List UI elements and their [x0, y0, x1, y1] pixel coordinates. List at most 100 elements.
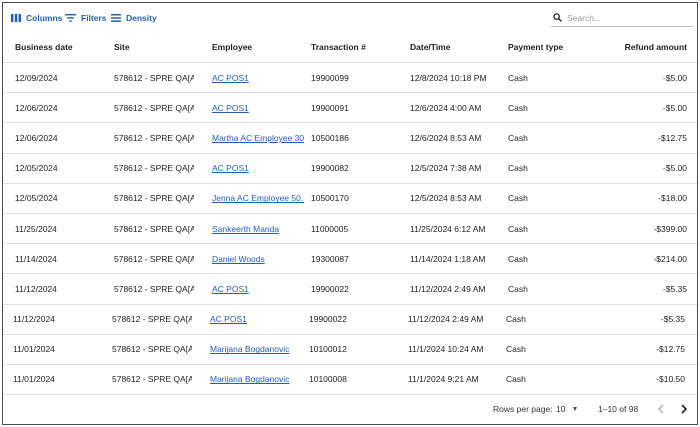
- employee-link[interactable]: AC POS1: [212, 103, 249, 113]
- business-date-cell: 11/12/2024: [15, 283, 57, 294]
- column-header-payment-type[interactable]: Payment type: [508, 31, 598, 62]
- business-date-cell: 12/06/2024: [15, 102, 58, 113]
- table-row[interactable]: 11/14/2024 578612 - SPRE QA[A... Daniel …: [3, 244, 697, 275]
- employee-cell: AC POS1: [212, 93, 304, 122]
- employee-cell: Sankeerth Manda: [212, 214, 304, 243]
- business-date-cell: 12/05/2024: [15, 163, 58, 174]
- next-page-button[interactable]: [676, 401, 692, 417]
- date-time-cell: 12/5/2024 7:38 AM: [410, 163, 482, 174]
- density-button[interactable]: Density: [111, 11, 157, 25]
- date-time-cell: 11/1/2024 9:21 AM: [408, 374, 479, 385]
- transactions-table: Business date Site Employee Transaction …: [3, 31, 697, 396]
- rows-per-page-select[interactable]: 10 ▼: [556, 403, 578, 415]
- density-label: Density: [126, 13, 157, 23]
- employee-link[interactable]: AC POS1: [212, 73, 249, 83]
- date-time-cell: 11/1/2024 10:24 AM: [408, 344, 484, 355]
- site-cell: 578612 - SPRE QA[A...: [114, 72, 194, 83]
- previous-page-button[interactable]: [653, 401, 669, 417]
- columns-button[interactable]: Columns: [11, 11, 62, 25]
- payment-type-cell: Cash: [508, 102, 528, 113]
- site-cell: 578612 - SPRE QA[A...: [114, 283, 194, 294]
- employee-cell: Martha AC Employee 30: [212, 123, 304, 152]
- payment-type-cell: Cash: [508, 283, 528, 294]
- column-header-refund-amount[interactable]: Refund amount: [603, 31, 687, 62]
- search-icon: [553, 13, 562, 22]
- grid-toolbar: Columns Filters Density: [3, 3, 697, 31]
- employee-link[interactable]: Marijana Bogdanovic: [210, 374, 289, 384]
- table-row[interactable]: 12/06/2024 578612 - SPRE QA[A... Martha …: [3, 123, 697, 154]
- business-date-cell: 11/25/2024: [15, 223, 57, 234]
- employee-cell: Daniel Woods: [212, 244, 304, 273]
- chevron-left-icon: [657, 404, 664, 414]
- refund-amount-cell: -$12.75: [656, 344, 685, 355]
- column-header-date-time[interactable]: Date/Time: [410, 31, 506, 62]
- table-row[interactable]: 12/05/2024 578612 - SPRE QA[A... AC POS1…: [3, 154, 697, 184]
- column-header-business-date[interactable]: Business date: [15, 31, 107, 62]
- transaction-cell: 10500186: [311, 132, 349, 143]
- refund-amount-cell: -$214.00: [653, 253, 687, 264]
- refund-amount-cell: -$399.00: [653, 223, 687, 234]
- transaction-cell: 11000005: [311, 223, 349, 234]
- table-row[interactable]: 11/12/2024 578612 - SPRE QA[A... AC POS1…: [3, 305, 697, 335]
- table-row[interactable]: 12/06/2024 578612 - SPRE QA[A... AC POS1…: [3, 93, 697, 124]
- date-time-cell: 12/5/2024 8:53 AM: [410, 193, 482, 204]
- employee-link[interactable]: Sankeerth Manda: [212, 224, 279, 234]
- payment-type-cell: Cash: [506, 344, 526, 355]
- chevron-right-icon: [681, 404, 688, 414]
- filters-button[interactable]: Filters: [65, 11, 107, 25]
- employee-link[interactable]: Jenna AC Employee 50...: [212, 193, 304, 203]
- refund-amount-cell: -$5.00: [662, 163, 687, 174]
- employee-link[interactable]: Martha AC Employee 30: [212, 133, 304, 143]
- business-date-cell: 11/01/2024: [13, 374, 55, 385]
- business-date-cell: 12/09/2024: [15, 72, 58, 83]
- column-header-transaction[interactable]: Transaction #: [311, 31, 403, 62]
- employee-link[interactable]: AC POS1: [212, 284, 249, 294]
- table-row[interactable]: 11/01/2024 578612 - SPRE QA[A... Marijan…: [3, 335, 697, 365]
- site-cell: 578612 - SPRE QA[A...: [114, 223, 194, 234]
- date-time-cell: 11/12/2024 2:49 AM: [408, 314, 484, 325]
- site-cell: 578612 - SPRE QA[A...: [112, 374, 192, 385]
- refund-amount-cell: -$5.35: [662, 283, 687, 294]
- table-row[interactable]: 12/09/2024 578612 - SPRE QA[A... AC POS1…: [3, 63, 697, 94]
- column-header-employee[interactable]: Employee: [212, 31, 304, 62]
- employee-cell: AC POS1: [210, 305, 302, 334]
- employee-cell: Jenna AC Employee 50...: [212, 184, 304, 213]
- transaction-cell: 19900099: [311, 72, 349, 83]
- transaction-cell: 19900022: [311, 283, 349, 294]
- pagination-range: 1–10 of 98: [598, 404, 639, 414]
- site-cell: 578612 - SPRE QA[A...: [114, 253, 194, 264]
- rows-per-page-value: 10: [556, 404, 566, 414]
- data-grid-panel: Columns Filters Density Search... Busine…: [2, 2, 698, 425]
- columns-icon: [11, 14, 21, 22]
- table-row[interactable]: 12/05/2024 578612 - SPRE QA[A... Jenna A…: [3, 184, 697, 214]
- column-header-site[interactable]: Site: [114, 31, 194, 62]
- employee-link[interactable]: AC POS1: [212, 163, 249, 173]
- table-row[interactable]: 11/25/2024 578612 - SPRE QA[A... Sankeer…: [3, 214, 697, 245]
- payment-type-cell: Cash: [508, 193, 528, 204]
- business-date-cell: 11/14/2024: [15, 253, 57, 264]
- table-row[interactable]: 11/12/2024 578612 - SPRE QA[A... AC POS1…: [3, 274, 697, 305]
- search-input[interactable]: [567, 12, 687, 23]
- caret-down-icon: ▼: [571, 405, 579, 413]
- payment-type-cell: Cash: [508, 163, 528, 174]
- date-time-cell: 11/12/2024 2:49 AM: [410, 283, 486, 294]
- site-cell: 578612 - SPRE QA[A...: [114, 102, 194, 113]
- table-row[interactable]: 11/01/2024 578612 - SPRE QA[A... Marijan…: [3, 365, 697, 396]
- transaction-cell: 19300087: [311, 253, 349, 264]
- employee-link[interactable]: Marijana Bogdanovic: [210, 344, 289, 354]
- date-time-cell: 11/25/2024 6:12 AM: [410, 223, 486, 234]
- refund-amount-cell: -$12.75: [658, 132, 687, 143]
- columns-label: Columns: [26, 13, 63, 23]
- payment-type-cell: Cash: [506, 374, 526, 385]
- density-icon: [111, 14, 121, 22]
- employee-link[interactable]: AC POS1: [210, 314, 247, 324]
- date-time-cell: 12/8/2024 10:18 PM: [410, 72, 487, 83]
- date-time-cell: 11/14/2024 1:18 AM: [410, 253, 486, 264]
- transaction-cell: 10500170: [311, 193, 349, 204]
- rows-per-page-label: Rows per page:: [493, 404, 553, 414]
- employee-cell: Marijana Bogdanovic: [210, 365, 302, 394]
- employee-link[interactable]: Daniel Woods: [212, 254, 265, 264]
- employee-cell: AC POS1: [212, 274, 304, 303]
- table-header-row: Business date Site Employee Transaction …: [3, 31, 697, 63]
- transaction-cell: 10100012: [309, 344, 347, 355]
